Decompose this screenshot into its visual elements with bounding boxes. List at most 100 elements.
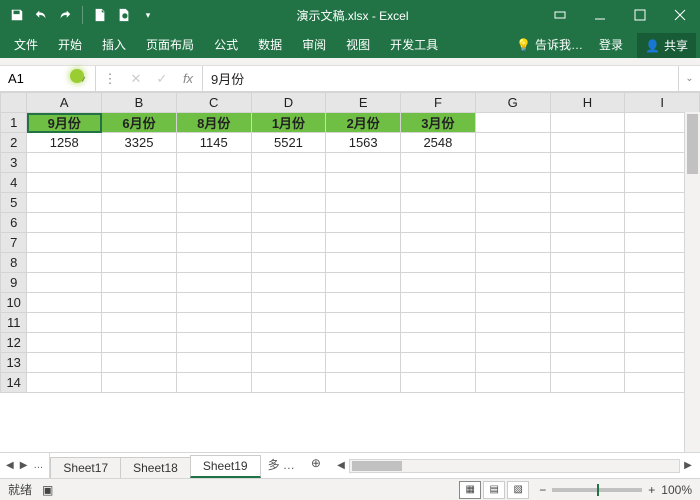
cell[interactable] [550, 313, 625, 333]
redo-icon[interactable] [54, 4, 76, 26]
scroll-right-icon[interactable]: ▶ [680, 460, 696, 471]
macro-record-icon[interactable]: ▣ [42, 483, 53, 497]
cell[interactable] [401, 373, 476, 393]
cell[interactable] [27, 253, 102, 273]
row-header[interactable]: 1 [1, 113, 27, 133]
cell[interactable] [326, 233, 401, 253]
cell[interactable] [27, 353, 102, 373]
cell[interactable] [401, 193, 476, 213]
cell[interactable] [27, 233, 102, 253]
tab-insert[interactable]: 插入 [92, 31, 136, 58]
column-header[interactable]: F [401, 93, 476, 113]
column-header[interactable]: B [102, 93, 177, 113]
cell[interactable] [475, 193, 550, 213]
row-header[interactable]: 12 [1, 333, 27, 353]
scrollbar-thumb[interactable] [687, 114, 698, 174]
cell[interactable] [326, 373, 401, 393]
cell[interactable] [550, 193, 625, 213]
cell[interactable] [27, 153, 102, 173]
scrollbar-track[interactable] [349, 459, 680, 473]
horizontal-scrollbar[interactable]: ◀ ▶ [329, 453, 700, 478]
cancel-icon[interactable]: ✕ [128, 71, 144, 87]
ribbon-display-icon[interactable] [540, 0, 580, 30]
cell[interactable] [475, 333, 550, 353]
cell[interactable] [550, 353, 625, 373]
cell[interactable] [475, 273, 550, 293]
column-header[interactable]: E [326, 93, 401, 113]
close-icon[interactable] [660, 0, 700, 30]
column-header[interactable]: I [625, 93, 700, 113]
cell[interactable] [326, 153, 401, 173]
cell[interactable] [176, 353, 251, 373]
enter-icon[interactable]: ✓ [154, 71, 170, 87]
cell[interactable] [176, 193, 251, 213]
tab-data[interactable]: 数据 [248, 31, 292, 58]
cell[interactable] [475, 233, 550, 253]
tab-view[interactable]: 视图 [336, 31, 380, 58]
cell[interactable] [550, 213, 625, 233]
cell[interactable] [27, 333, 102, 353]
cell[interactable] [251, 193, 326, 213]
fx-icon[interactable]: fx [180, 71, 196, 86]
nav-prev-icon[interactable]: ◀ [6, 460, 14, 471]
tab-formulas[interactable]: 公式 [204, 31, 248, 58]
cell[interactable] [176, 213, 251, 233]
cell[interactable]: 3325 [102, 133, 177, 153]
cell[interactable] [326, 253, 401, 273]
cell[interactable] [326, 273, 401, 293]
cell[interactable] [102, 193, 177, 213]
cell[interactable] [176, 293, 251, 313]
print-preview-icon[interactable] [113, 4, 135, 26]
cell[interactable] [102, 273, 177, 293]
name-box[interactable]: A1 ▼ [0, 66, 96, 91]
cell[interactable] [475, 253, 550, 273]
zoom-slider[interactable] [552, 488, 642, 492]
cell[interactable] [27, 193, 102, 213]
cell[interactable] [251, 253, 326, 273]
zoom-out-icon[interactable]: − [539, 483, 546, 497]
cell[interactable] [102, 353, 177, 373]
scrollbar-thumb[interactable] [352, 461, 402, 471]
cell[interactable] [251, 313, 326, 333]
cell[interactable] [176, 233, 251, 253]
share-button[interactable]: 👤共享 [637, 33, 696, 58]
cell[interactable] [475, 313, 550, 333]
cell[interactable] [251, 233, 326, 253]
tab-review[interactable]: 审阅 [292, 31, 336, 58]
cell[interactable] [475, 153, 550, 173]
cell[interactable] [102, 233, 177, 253]
cell[interactable]: 1月份 [251, 113, 326, 133]
tell-me[interactable]: 💡告诉我… [510, 31, 589, 58]
cell[interactable] [102, 153, 177, 173]
cell[interactable] [251, 213, 326, 233]
login-link[interactable]: 登录 [589, 31, 633, 58]
tab-developer[interactable]: 开发工具 [380, 31, 448, 58]
column-header[interactable]: A [27, 93, 102, 113]
cell[interactable] [176, 273, 251, 293]
cell[interactable] [326, 293, 401, 313]
cell[interactable] [550, 273, 625, 293]
cell[interactable]: 1563 [326, 133, 401, 153]
cell[interactable]: 2548 [401, 133, 476, 153]
cell[interactable] [102, 173, 177, 193]
cell[interactable] [176, 313, 251, 333]
page-layout-view-icon[interactable]: ▤ [483, 481, 505, 499]
cell[interactable] [326, 173, 401, 193]
select-all-corner[interactable] [1, 93, 27, 113]
row-header[interactable]: 10 [1, 293, 27, 313]
cell[interactable] [326, 313, 401, 333]
row-header[interactable]: 6 [1, 213, 27, 233]
cell[interactable] [176, 373, 251, 393]
nav-next-icon[interactable]: ▶ [20, 460, 28, 471]
column-header[interactable]: C [176, 93, 251, 113]
cell[interactable] [475, 213, 550, 233]
cell[interactable] [176, 173, 251, 193]
cell[interactable] [401, 253, 476, 273]
cell[interactable]: 6月份 [102, 113, 177, 133]
column-header[interactable]: D [251, 93, 326, 113]
cell[interactable] [27, 173, 102, 193]
sheet-tab[interactable]: Sheet18 [120, 457, 191, 478]
cell[interactable] [251, 273, 326, 293]
save-icon[interactable] [6, 4, 28, 26]
cell[interactable] [475, 293, 550, 313]
